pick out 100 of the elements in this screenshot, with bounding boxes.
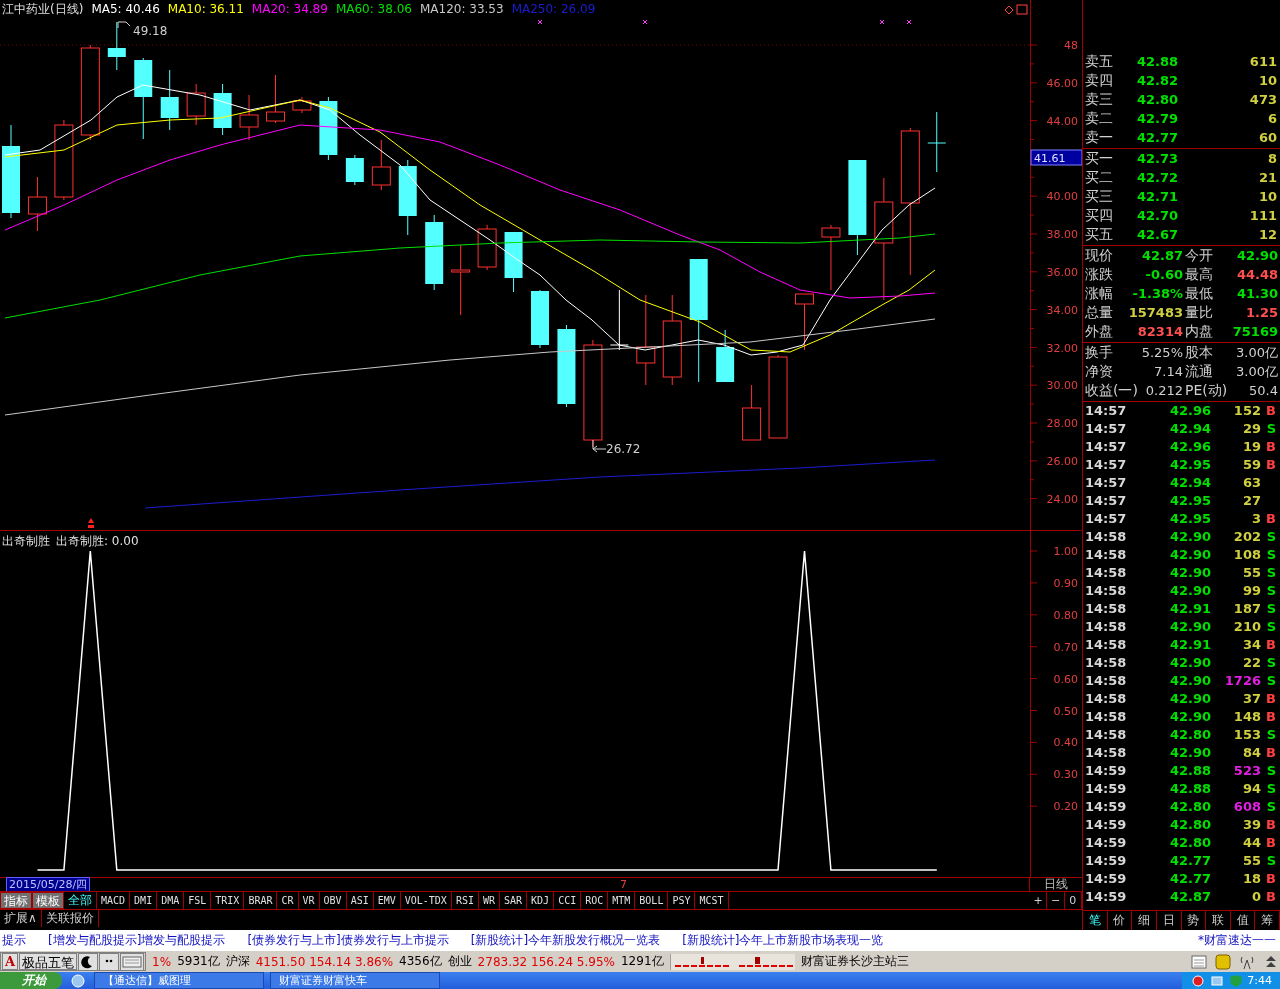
- moving-average-value: MA10: 36.11: [167, 2, 244, 16]
- trade-price: 42.91: [1168, 636, 1211, 654]
- trade-time: 14:59: [1085, 888, 1128, 906]
- trade-side: S: [1265, 852, 1277, 870]
- globe-icon[interactable]: [68, 972, 88, 989]
- cross-marker-icon: [537, 19, 543, 25]
- quote-label: 股本: [1185, 343, 1214, 362]
- axis-label: 36.00: [1046, 266, 1078, 279]
- ask-volume: 6: [1266, 110, 1278, 128]
- quote-value: 44.48: [1235, 266, 1279, 284]
- bid-label: 买五: [1085, 225, 1114, 244]
- quote-value: 42.90: [1235, 247, 1279, 265]
- start-button[interactable]: 开始: [0, 972, 62, 989]
- bid-volume: 8: [1266, 150, 1278, 168]
- trade-price: 42.80: [1168, 834, 1211, 852]
- trade-time: 14:57: [1085, 420, 1128, 438]
- ime-name-button[interactable]: 极品五笔: [19, 953, 78, 970]
- quote-label: 今开: [1185, 246, 1214, 265]
- trade-price: 42.80: [1168, 798, 1211, 816]
- quote-label: 涨幅: [1085, 284, 1114, 303]
- candlestick: [371, 139, 391, 191]
- trade-time: 14:58: [1085, 600, 1128, 618]
- taskbar-button[interactable]: 【通达信】威图理: [94, 972, 264, 989]
- trade-volume: 44: [1241, 834, 1261, 852]
- quote-label: 现价: [1085, 246, 1114, 265]
- bid-label: 买一: [1085, 149, 1114, 168]
- axis-label: 0.50: [1053, 704, 1078, 718]
- cross-marker-icon: [642, 19, 648, 25]
- quote-label: 净资: [1085, 362, 1114, 381]
- trade-volume: 37: [1241, 690, 1261, 708]
- trade-side: S: [1265, 582, 1277, 600]
- trade-side: B: [1265, 816, 1277, 834]
- trade-time: 14:59: [1085, 852, 1128, 870]
- toolbar-button[interactable]: 指标: [0, 892, 32, 909]
- cross-marker-icon: [906, 19, 912, 25]
- trade-side: S: [1265, 672, 1277, 690]
- trade-side: B: [1265, 888, 1277, 906]
- news-link[interactable]: [债券发行与上市]债券发行与上市提示: [247, 932, 449, 949]
- trade-price: 42.90: [1168, 546, 1211, 564]
- moon-icon[interactable]: [78, 952, 99, 971]
- quote-value: 42.87: [1140, 247, 1184, 265]
- diamond-icon[interactable]: [1004, 5, 1014, 15]
- moving-average-value: MA20: 34.89: [251, 2, 328, 16]
- trade-time: 14:57: [1085, 474, 1128, 492]
- candlestick: [477, 224, 497, 271]
- ask-label: 卖一: [1085, 128, 1114, 147]
- trade-side: B: [1265, 708, 1277, 726]
- keyboard-icon[interactable]: [120, 952, 145, 971]
- news-link[interactable]: [增发与配股提示]增发与配股提示: [48, 932, 226, 949]
- trade-volume: 608: [1232, 798, 1261, 816]
- leader-line: [592, 439, 607, 453]
- trade-volume: 29: [1241, 420, 1261, 438]
- trade-price: 42.88: [1168, 762, 1211, 780]
- record-icon[interactable]: [1190, 973, 1207, 988]
- axis-label: 30.00: [1046, 379, 1078, 393]
- trade-volume: 523: [1232, 762, 1261, 780]
- quote-value: 7.14: [1153, 363, 1184, 381]
- trade-side: S: [1265, 618, 1277, 636]
- bid-volume: 12: [1257, 226, 1278, 244]
- coin-icon[interactable]: [1214, 953, 1232, 970]
- trade-volume: 148: [1232, 708, 1261, 726]
- news-link[interactable]: [新股统计]今年新股发行概况一览表: [470, 932, 661, 949]
- window-icon[interactable]: [1016, 4, 1028, 15]
- toolbar-button[interactable]: 模板: [32, 892, 64, 909]
- ask-price: 42.82: [1137, 72, 1180, 90]
- trade-time: 14:57: [1085, 492, 1128, 510]
- quote-label: 内盘: [1185, 322, 1214, 341]
- bid-volume: 111: [1248, 207, 1278, 225]
- candlestick: [716, 329, 735, 383]
- axis-label: 28.00: [1046, 417, 1078, 431]
- ime-mode-button[interactable]: A: [2, 953, 19, 970]
- news-link[interactable]: 提示: [2, 932, 26, 949]
- market-figure: 4151.50 154.14 3.86%: [255, 954, 394, 969]
- trade-side: S: [1265, 600, 1277, 618]
- trade-time: 14:59: [1085, 870, 1128, 888]
- market-figure: 5931亿: [177, 953, 220, 970]
- trade-volume: 59: [1241, 456, 1261, 474]
- list-icon[interactable]: [1190, 953, 1208, 970]
- trade-price: 42.94: [1168, 474, 1211, 492]
- network-icon[interactable]: [1209, 973, 1226, 988]
- market-figure: 2783.32 156.24 5.95%: [477, 954, 615, 969]
- news-link[interactable]: *财富速达一一: [1198, 932, 1280, 949]
- trade-price: 42.80: [1168, 816, 1211, 834]
- candlestick: [160, 69, 179, 131]
- candlestick: [107, 21, 126, 71]
- axis-label: 0.70: [1053, 640, 1078, 654]
- quote-value: 1.25: [1244, 304, 1279, 322]
- trade-volume: 18: [1241, 870, 1261, 888]
- trade-time: 14:58: [1085, 654, 1128, 672]
- quote-label: 外盘: [1085, 322, 1114, 341]
- moving-average-value: MA250: 26.09: [511, 2, 596, 16]
- candlestick: [609, 289, 629, 351]
- axis-label: 40.00: [1046, 190, 1078, 204]
- news-link[interactable]: [新股统计]今年上市新股市场表现一览: [682, 932, 884, 949]
- taskbar-button[interactable]: 财富证券财富快车: [270, 972, 440, 989]
- candlestick: [504, 231, 523, 293]
- trade-side: S: [1265, 654, 1277, 672]
- trade-price: 42.90: [1168, 528, 1211, 546]
- trade-volume: 34: [1241, 636, 1261, 654]
- trade-volume: 3: [1250, 510, 1261, 528]
